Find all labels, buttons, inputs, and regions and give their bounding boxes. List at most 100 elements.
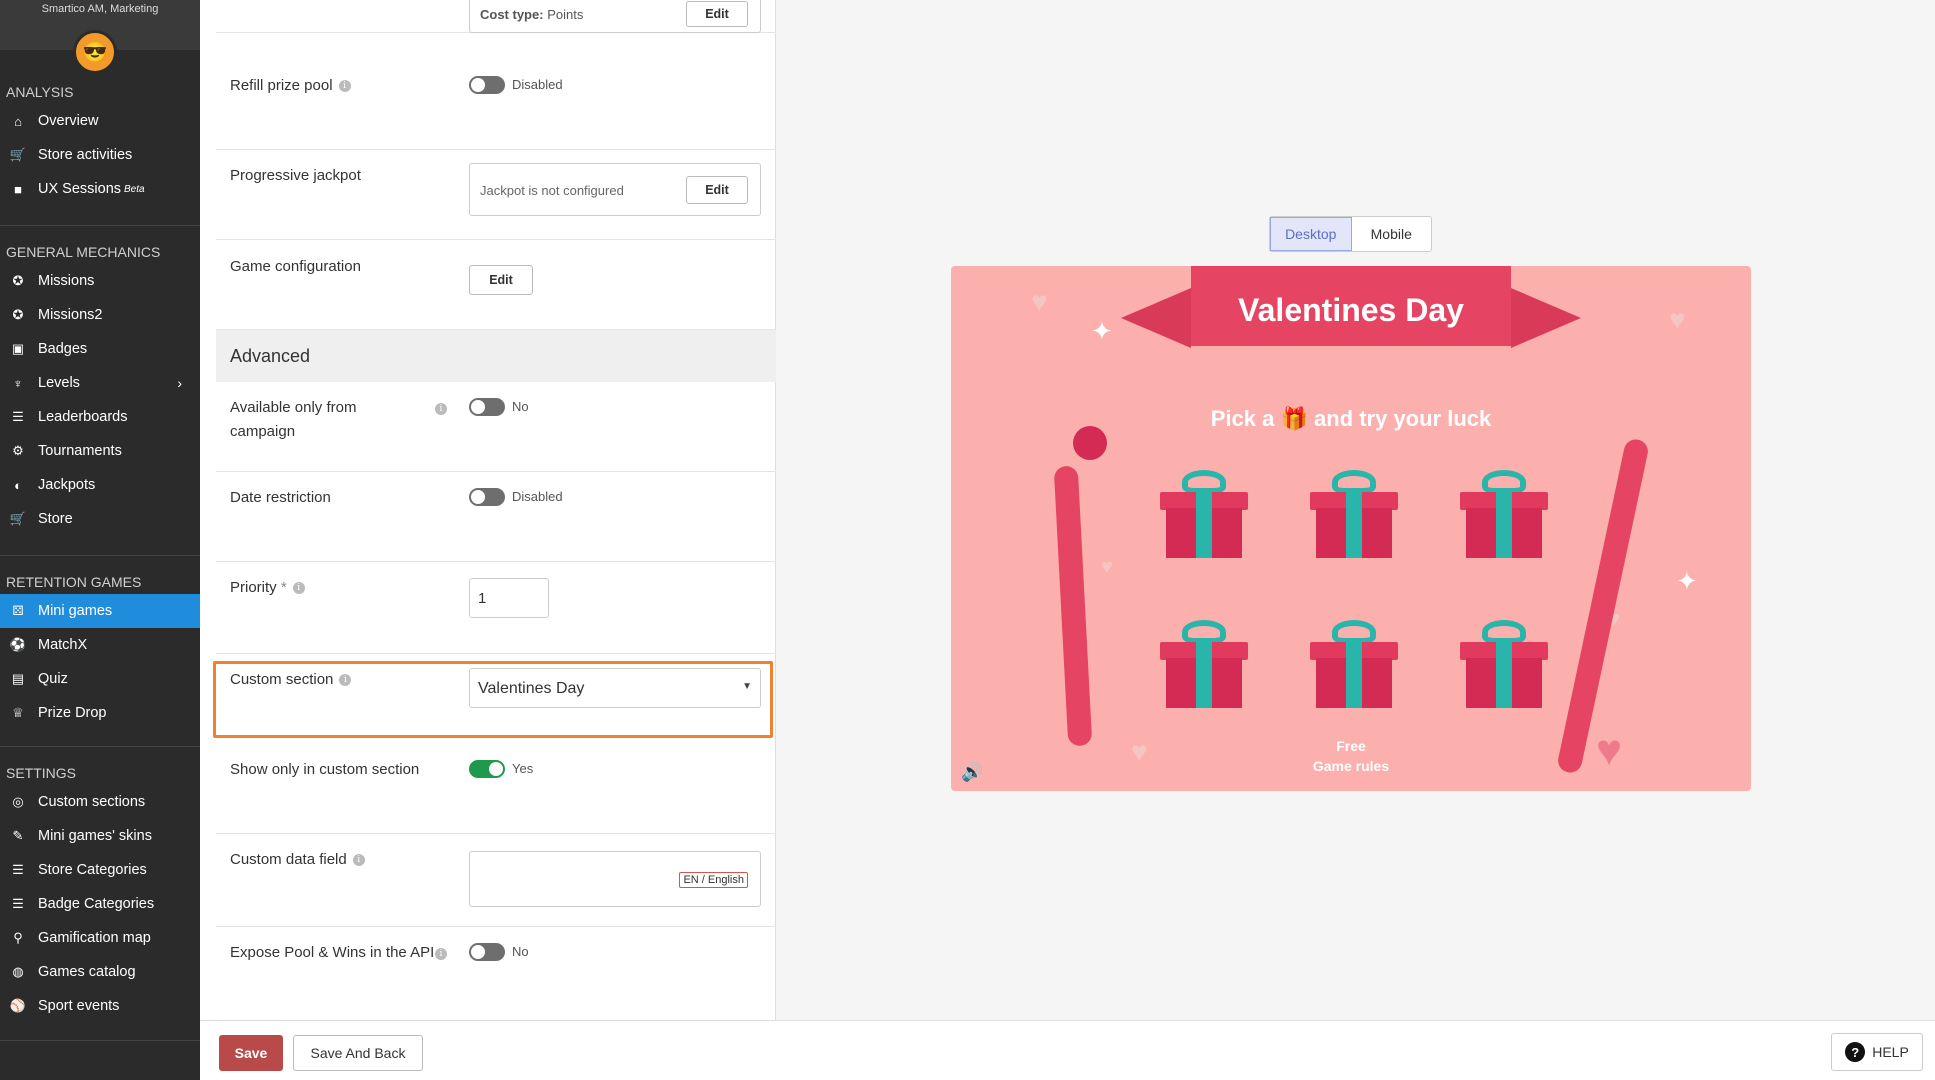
game-preview[interactable]: ♥ ♥ ♥ ♥ ♥ ♥ ✦ ✦ Valentines Day Pick a 🎁 … bbox=[951, 266, 1751, 791]
game-config-edit-button[interactable]: Edit bbox=[469, 265, 533, 295]
balloon-decoration bbox=[1073, 426, 1107, 460]
gift-box[interactable] bbox=[1456, 616, 1552, 712]
settings-form: Cost type: Points Edit Refill prize pool… bbox=[200, 0, 776, 1020]
divider bbox=[0, 746, 200, 747]
sidebar-item-label: Mini games' skins bbox=[38, 828, 152, 844]
jackpot-icon: ◐ bbox=[14, 477, 22, 493]
game-config-label: Game configuration bbox=[230, 258, 361, 275]
sidebar-item-label: Badges bbox=[38, 341, 88, 357]
cart-icon: 🛒 bbox=[9, 147, 27, 162]
sidebar-item-gamification-map[interactable]: ⚲ Gamification map bbox=[0, 921, 200, 955]
campaign-toggle[interactable] bbox=[469, 398, 505, 416]
sidebar-item-mini-games-skins[interactable]: ✎ Mini games' skins bbox=[0, 819, 200, 853]
levels-icon: ♆ bbox=[13, 375, 23, 391]
sidebar-item-mini-games[interactable]: ⚄ Mini games bbox=[0, 594, 200, 628]
priority-input[interactable]: 1 bbox=[469, 578, 549, 618]
sidebar-item-label: Mini games bbox=[38, 603, 113, 619]
heart-decoration: ♥ bbox=[1669, 304, 1686, 335]
info-icon: i bbox=[338, 80, 351, 93]
save-button[interactable]: Save bbox=[219, 1035, 283, 1071]
save-and-back-button[interactable]: Save And Back bbox=[293, 1035, 423, 1071]
sidebar-item-ux-sessions[interactable]: ■ UX Sessions Beta bbox=[0, 172, 200, 206]
sidebar-item-label: Jackpots bbox=[38, 477, 96, 493]
gift-box[interactable] bbox=[1306, 466, 1402, 562]
sidebar-item-levels[interactable]: ♆ Levels › bbox=[0, 366, 200, 400]
expose-pool-row: Expose Pool & Wins in the API i No bbox=[216, 927, 776, 1020]
sidebar-item-label: Levels bbox=[38, 375, 80, 391]
date-toggle[interactable] bbox=[469, 488, 505, 506]
sidebar-item-sport-events[interactable]: ⚾ Sport events bbox=[0, 989, 200, 1023]
sidebar-item-leaderboards[interactable]: ☰ Leaderboards bbox=[0, 400, 200, 434]
game-rules-link[interactable]: Game rules bbox=[951, 756, 1751, 776]
info-icon: i bbox=[352, 854, 365, 867]
campaign-only-row: Available only from campaign i No bbox=[216, 382, 776, 472]
help-button[interactable]: ? HELP bbox=[1831, 1033, 1923, 1071]
jackpot-box: Jackpot is not configured Edit bbox=[469, 163, 761, 216]
gift-box[interactable] bbox=[1456, 466, 1552, 562]
refill-toggle[interactable] bbox=[469, 76, 505, 94]
date-label: Date restriction bbox=[230, 489, 331, 506]
refill-state: Disabled bbox=[512, 77, 563, 92]
campaign-state: No bbox=[512, 399, 529, 414]
sidebar-item-badge-categories[interactable]: ☰ Badge Categories bbox=[0, 887, 200, 921]
section-title-general: GENERAL MECHANICS bbox=[6, 244, 161, 260]
sidebar-item-games-catalog[interactable]: ◍ Games catalog bbox=[0, 955, 200, 989]
sidebar-item-prize-drop[interactable]: ♕ Prize Drop bbox=[0, 696, 200, 730]
sidebar-item-label: UX Sessions bbox=[38, 181, 122, 197]
sidebar-item-store-activities[interactable]: 🛒 Store activities bbox=[0, 138, 200, 172]
show-only-toggle[interactable] bbox=[469, 760, 505, 778]
info-icon: i bbox=[292, 582, 305, 595]
sidebar-item-label: Store bbox=[38, 511, 73, 527]
sidebar-item-label: Prize Drop bbox=[38, 705, 107, 721]
section-title-retention: RETENTION GAMES bbox=[6, 574, 142, 590]
speaker-icon[interactable]: 🔊 bbox=[961, 762, 983, 783]
advanced-section-header: Advanced bbox=[216, 330, 776, 382]
sidebar-item-badges[interactable]: ▣ Badges bbox=[0, 332, 200, 366]
sidebar-item-overview[interactable]: ⌂ Overview bbox=[0, 104, 200, 138]
custom-data-input[interactable]: EN / English bbox=[469, 851, 761, 907]
free-label: Free bbox=[1336, 738, 1366, 754]
list-icon: ☰ bbox=[12, 862, 24, 877]
list-icon: ☰ bbox=[12, 896, 24, 911]
sidebar-item-tournaments[interactable]: ⚙ Tournaments bbox=[0, 434, 200, 468]
section-title-settings: SETTINGS bbox=[6, 765, 77, 781]
language-badge[interactable]: EN / English bbox=[679, 872, 748, 888]
game-configuration-row: Game configuration Edit bbox=[216, 240, 776, 330]
ball-icon: ⚽ bbox=[9, 637, 27, 652]
sidebar-item-store-categories[interactable]: ☰ Store Categories bbox=[0, 853, 200, 887]
sidebar-item-store[interactable]: 🛒 Store bbox=[0, 502, 200, 536]
tab-desktop[interactable]: Desktop bbox=[1270, 217, 1352, 251]
show-only-label: Show only in custom section bbox=[230, 761, 420, 778]
sidebar-item-matchx[interactable]: ⚽ MatchX bbox=[0, 628, 200, 662]
analysis-section: ANALYSIS ⌂ Overview 🛒 Store activities ■ UX… bbox=[0, 80, 200, 206]
avatar[interactable]: 😎 bbox=[73, 30, 117, 74]
sidebar-item-quiz[interactable]: ▤ Quiz bbox=[0, 662, 200, 696]
gift-box[interactable] bbox=[1306, 616, 1402, 712]
tab-mobile[interactable]: Mobile bbox=[1352, 217, 1432, 251]
sidebar-item-label: Overview bbox=[38, 113, 99, 129]
sidebar-item-label: Store activities bbox=[38, 147, 133, 163]
sidebar-item-missions[interactable]: ✪ Missions bbox=[0, 264, 200, 298]
device-tabs: Desktop Mobile bbox=[1269, 216, 1432, 252]
divider bbox=[0, 1040, 200, 1041]
gift-box[interactable] bbox=[1156, 616, 1252, 712]
sidebar-item-missions2[interactable]: ✪ Missions2 bbox=[0, 298, 200, 332]
bottom-action-bar: Save Save And Back ? HELP bbox=[200, 1020, 1935, 1080]
expose-state: No bbox=[512, 944, 529, 959]
jackpot-edit-button[interactable]: Edit bbox=[686, 176, 748, 204]
gift-icon: 🎁 bbox=[1280, 406, 1308, 431]
sidebar-item-jackpots[interactable]: ◐ Jackpots bbox=[0, 468, 200, 502]
cost-edit-button[interactable]: Edit bbox=[686, 1, 748, 27]
gift-box[interactable] bbox=[1156, 466, 1252, 562]
trophy-icon: ♕ bbox=[12, 705, 24, 720]
expose-toggle[interactable] bbox=[469, 943, 505, 961]
sidebar-item-custom-sections[interactable]: ◎ Custom sections bbox=[0, 785, 200, 819]
custom-data-label: Custom data field i bbox=[230, 848, 365, 872]
dice-icon: ⚄ bbox=[12, 603, 24, 618]
banner-ribbon bbox=[1121, 288, 1191, 348]
game-title-banner: Valentines Day bbox=[1191, 266, 1511, 346]
retention-section: RETENTION GAMES ⚄ Mini games ⚽ MatchX ▤ Qui… bbox=[0, 570, 200, 730]
pick-instruction: Pick a 🎁 and try your luck bbox=[1210, 406, 1492, 431]
badge-icon: ▣ bbox=[11, 341, 25, 356]
ribbon-decoration bbox=[1555, 437, 1651, 775]
